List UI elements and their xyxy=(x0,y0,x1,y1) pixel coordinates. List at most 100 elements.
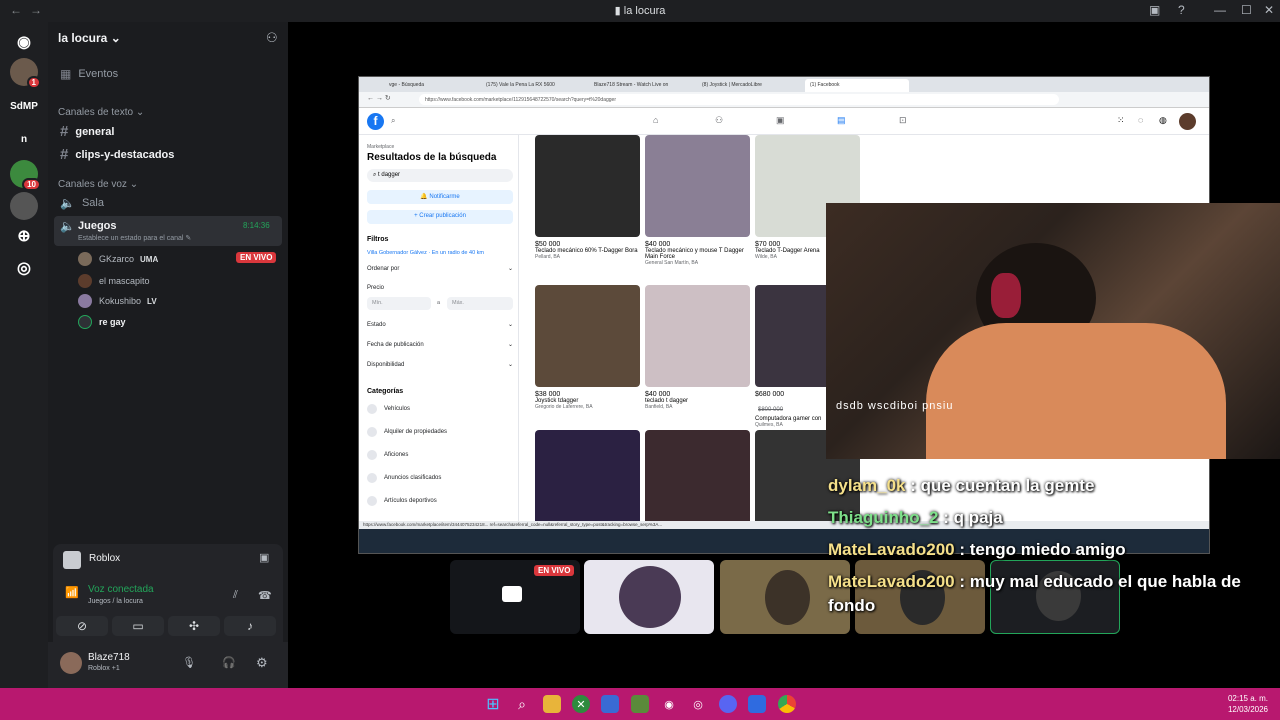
app-icon[interactable]: ◉ xyxy=(660,695,678,713)
soundboard-button[interactable]: ♪ xyxy=(224,616,276,636)
system-clock[interactable]: 02:15 a. m. 12/03/2026 xyxy=(1228,693,1268,715)
date-dropdown[interactable]: Fecha de publicación ⌄ xyxy=(367,341,513,349)
guild-header[interactable]: la locura ⌄ xyxy=(58,31,121,45)
help-icon[interactable]: ? xyxy=(1178,3,1185,17)
roblox-icon[interactable] xyxy=(748,695,766,713)
discover-icon[interactable]: ◎ xyxy=(10,254,38,282)
events-item[interactable]: ▦ Eventos xyxy=(60,67,118,81)
maximize-icon[interactable]: ☐ xyxy=(1241,3,1252,17)
profile-avatar[interactable] xyxy=(1179,113,1196,130)
voice-status[interactable]: Voz conectada xyxy=(88,584,154,595)
friends-icon[interactable]: ⚇ xyxy=(715,115,723,126)
browser-tab[interactable]: (8) Joystick | MercadoLibre xyxy=(697,79,801,92)
voice-user[interactable]: GKzarco UMA xyxy=(78,252,158,266)
voice-user[interactable]: el mascapito xyxy=(78,274,150,288)
listing-image xyxy=(645,135,750,237)
user-name: Kokushibo xyxy=(99,296,142,306)
server-n[interactable]: n xyxy=(10,125,38,153)
listing-card[interactable]: $40 000 teclado t dagger Banfield, BA xyxy=(645,285,750,410)
category-item[interactable]: Artículos deportivos xyxy=(367,496,437,506)
availability-dropdown[interactable]: Disponibilidad ⌄ xyxy=(367,361,513,369)
location-filter[interactable]: Villa Gobernador Gálvez · En un radio de… xyxy=(367,250,484,256)
discord-home-icon[interactable]: ◉ xyxy=(10,28,38,56)
store-icon[interactable] xyxy=(601,695,619,713)
server-rail: ◉ 1 SdMP n 10 ⊕ ◎ xyxy=(0,22,48,688)
file-explorer-icon[interactable] xyxy=(543,695,561,713)
listing-card[interactable]: $50 000 Teclado mecánico 60% T-Dagger Bor… xyxy=(535,135,640,260)
back-arrow-icon[interactable]: ← → ↻ xyxy=(367,94,391,102)
marketplace-sidebar: Marketplace Resultados de la búsqueda ⌕ … xyxy=(359,135,519,521)
avatar[interactable] xyxy=(60,652,82,674)
url-field[interactable]: https://www.facebook.com/marketplace/112… xyxy=(419,94,1059,105)
notify-button[interactable]: 🔔 Notificarme xyxy=(367,190,513,204)
stream-icon[interactable]: ▣ xyxy=(259,551,269,564)
close-icon[interactable]: ✕ xyxy=(1264,3,1274,17)
browser-tab-active[interactable]: (1) Facebook xyxy=(805,79,909,92)
listing-card[interactable] xyxy=(645,430,750,532)
screen-share-button[interactable]: ▭ xyxy=(112,616,164,636)
watch-icon[interactable]: ▣ xyxy=(776,115,785,126)
server-minecraft[interactable]: 10 xyxy=(10,160,41,191)
browser-tab[interactable]: Blaze718 Stream - Watch Live on xyxy=(589,79,693,92)
settings-gear-icon[interactable]: ⚙ xyxy=(256,655,268,671)
listing-card[interactable]: $38 000 Joystick tdagger Gregorio de Lafer… xyxy=(535,285,640,410)
marketplace-icon[interactable]: ▤ xyxy=(837,115,846,126)
voice-user[interactable]: Kokushibo LV xyxy=(78,294,157,308)
invite-icon[interactable]: ⚇ xyxy=(266,30,278,46)
create-listing-button[interactable]: + Crear publicación xyxy=(367,210,513,224)
text-category[interactable]: Canales de texto ⌄ xyxy=(58,107,144,118)
server-avatar[interactable]: 1 xyxy=(10,58,41,89)
voice-category[interactable]: Canales de voz ⌄ xyxy=(58,179,138,190)
voice-user[interactable]: re gay xyxy=(78,315,126,329)
search-icon[interactable]: ⌕ xyxy=(391,116,395,126)
price-max-input[interactable]: Máx. xyxy=(447,297,513,310)
inbox-icon[interactable]: ▣ xyxy=(1149,3,1160,17)
category-item[interactable]: Alquiler de propiedades xyxy=(367,427,447,437)
sort-dropdown[interactable]: Ordenar por ⌄ xyxy=(367,265,513,273)
listing-card[interactable]: $40 000 Teclado mecánico y mouse T Dagger… xyxy=(645,135,750,266)
listing-card[interactable] xyxy=(535,430,640,532)
discord-icon[interactable] xyxy=(719,695,737,713)
participant-tile[interactable] xyxy=(584,560,714,634)
camera-off-button[interactable]: ⊘ xyxy=(56,616,108,636)
xbox-icon[interactable]: ✕ xyxy=(572,695,590,713)
category-item[interactable]: Aficiones xyxy=(367,450,408,460)
channel-general[interactable]: # general xyxy=(60,123,114,140)
messenger-icon[interactable]: ◌ xyxy=(1138,115,1143,125)
filters-heading: Filtros xyxy=(367,236,389,243)
minimize-icon[interactable]: — xyxy=(1214,3,1226,17)
price-min-input[interactable]: Mín. xyxy=(367,297,431,310)
app-icon[interactable]: ◎ xyxy=(689,695,707,713)
add-server-icon[interactable]: ⊕ xyxy=(10,222,38,250)
breadcrumb[interactable]: Marketplace xyxy=(367,144,394,150)
home-icon[interactable]: ⌂ xyxy=(653,115,658,125)
browser-tab[interactable]: (175) Vale la Pena La RX 5600 xyxy=(481,79,585,92)
start-icon[interactable]: ⊞ xyxy=(484,695,502,713)
activities-button[interactable]: ✣ xyxy=(168,616,220,636)
minecraft-icon[interactable] xyxy=(631,695,649,713)
inbox-icon: ▮ xyxy=(614,5,624,17)
voice-channel-sala[interactable]: 🔈 Sala xyxy=(60,196,104,210)
gaming-icon[interactable]: ⊡ xyxy=(899,115,907,126)
channel-clips[interactable]: # clips-y-destacados xyxy=(60,146,174,163)
voice-channel-juegos[interactable]: 🔈 Juegos 8:14:36 Establece un estado par… xyxy=(54,216,282,246)
channel-status[interactable]: Establece un estado para el canal ✎ xyxy=(78,234,191,242)
chrome-icon[interactable] xyxy=(778,695,796,713)
stream-tile[interactable]: EN VIVO xyxy=(450,560,580,634)
voice-channel-link[interactable]: Juegos / la locura xyxy=(88,598,143,605)
facebook-logo-icon[interactable]: f xyxy=(367,113,384,130)
condition-dropdown[interactable]: Estado ⌄ xyxy=(367,321,513,329)
noise-suppression-icon[interactable]: ⫽ xyxy=(233,589,238,602)
disconnect-icon[interactable]: ☎ xyxy=(258,589,272,602)
category-item[interactable]: Vehículos xyxy=(367,404,410,414)
menu-grid-icon[interactable]: ⁙ xyxy=(1117,115,1125,126)
server-sdmp[interactable]: SdMP xyxy=(10,92,38,120)
server-avatar[interactable] xyxy=(10,192,38,220)
notifications-icon[interactable]: ◍ xyxy=(1159,115,1167,126)
headphones-icon[interactable]: 🎧 xyxy=(222,656,236,669)
search-input[interactable]: ⌕ t dagger xyxy=(367,169,513,182)
search-icon[interactable]: ⌕ xyxy=(513,695,531,713)
category-item[interactable]: Anuncios clasificados xyxy=(367,473,441,483)
browser-tab[interactable]: vge - Búsqueda xyxy=(384,79,476,92)
microphone-icon[interactable]: 🎙 xyxy=(182,656,196,669)
